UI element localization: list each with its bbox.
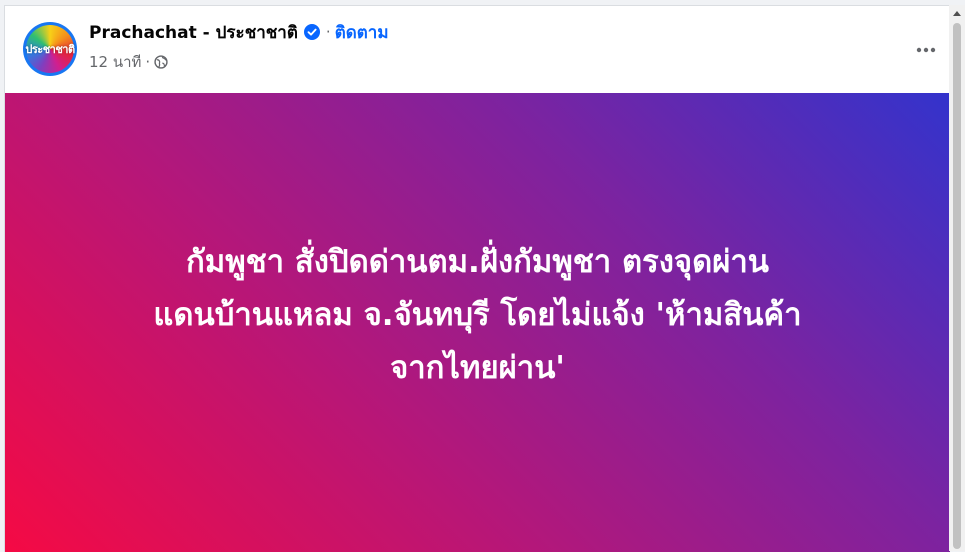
scrollbar[interactable]	[949, 5, 965, 551]
verified-badge-icon	[303, 24, 320, 40]
post-title-row: Prachachat - ประชาชาติ · ติดตาม	[89, 19, 389, 45]
title-separator: ·	[325, 23, 331, 41]
page-avatar[interactable]: ประชาชาติ	[23, 22, 77, 76]
more-options-button[interactable]	[910, 34, 942, 66]
post-timestamp[interactable]: 12 นาที	[89, 50, 141, 74]
meta-separator: ·	[145, 53, 151, 71]
scroll-up-arrow-icon[interactable]	[949, 5, 965, 21]
globe-icon[interactable]	[154, 55, 168, 69]
avatar-logo: ประชาชาติ	[25, 25, 75, 73]
post-text-banner[interactable]: กัมพูชา สั่งปิดด่านตม.ฝั่งกัมพูชา ตรงจุด…	[5, 93, 950, 552]
page-name-link[interactable]: Prachachat - ประชาชาติ	[89, 19, 298, 46]
headline-line: แดนบ้านแหลม จ.จันทบุรี โดยไม่แจ้ง 'ห้ามส…	[153, 297, 802, 333]
avatar-logo-text: ประชาชาติ	[25, 43, 75, 56]
scrollbar-thumb[interactable]	[953, 23, 961, 549]
post-meta-row: 12 นาที ·	[89, 51, 168, 73]
more-options-icon	[916, 47, 936, 53]
post-card: ประชาชาติ Prachachat - ประชาชาติ · ติดตา…	[4, 5, 950, 552]
headline-line: จากไทยผ่าน'	[390, 350, 565, 386]
headline-line: กัมพูชา สั่งปิดด่านตม.ฝั่งกัมพูชา ตรงจุด…	[186, 244, 769, 280]
post-header: ประชาชาติ Prachachat - ประชาชาติ · ติดตา…	[5, 6, 950, 93]
follow-button[interactable]: ติดตาม	[335, 19, 389, 46]
post-headline: กัมพูชา สั่งปิดด่านตม.ฝั่งกัมพูชา ตรงจุด…	[28, 236, 928, 395]
